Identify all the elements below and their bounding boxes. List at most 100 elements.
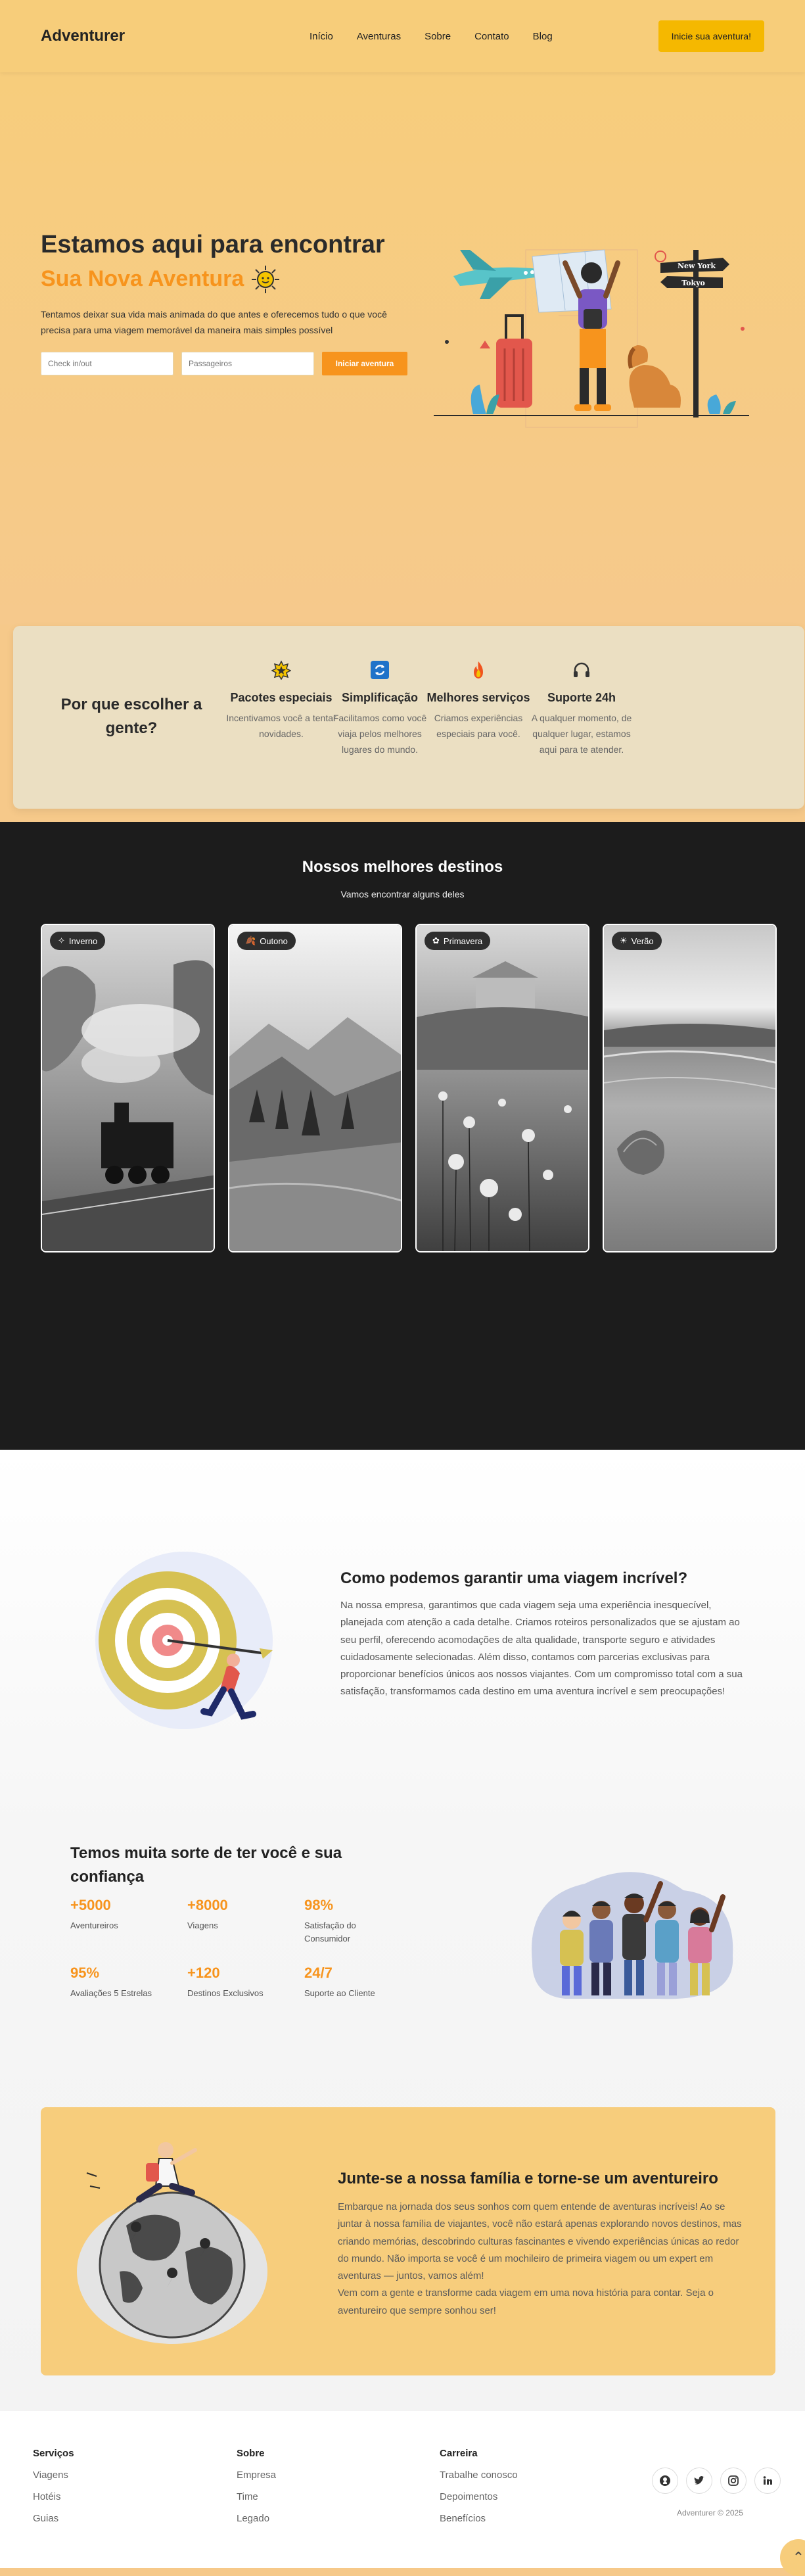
why-choose-section: Por que escolher a gente? Pacotes especi… [13,626,804,809]
sun-icon: ☀ [620,936,628,945]
feature-simplification: Simplificação Facilitamos como você viaj… [324,659,436,757]
feature-title: Pacotes especiais [230,691,333,704]
logo[interactable]: Adventurer [41,27,125,45]
site-header: Adventurer Início Aventuras Sobre Contat… [0,0,805,72]
feature-title: Melhores serviços [426,691,530,704]
start-adventure-form-button[interactable]: Iniciar aventura [322,351,407,375]
passengers-input[interactable] [181,351,314,375]
feature-title: Suporte 24h [547,691,616,704]
join-title: Junte-se a nossa família e torne-se um a… [338,2170,718,2187]
footer-link-company[interactable]: Empresa [237,2469,276,2481]
season-badge: ✧ Inverno [50,932,106,950]
footer-link-work-with-us[interactable]: Trabalhe conosco [440,2469,518,2481]
stat-value: +5000 [70,1897,111,1913]
snowflake-icon: ✧ [58,936,65,945]
stat-label: Suporte ao Cliente [304,1988,375,1998]
stat-adventurers: +5000 Aventureiros [70,1897,175,1932]
join-description-main: Embarque na jornada dos seus sonhos com … [338,2201,742,2281]
autumn-valley-photo [229,925,401,1251]
destination-card-winter[interactable]: ✧ Inverno [41,924,215,1252]
stat-value: 98% [304,1897,334,1913]
sign-new-york: New York [678,262,716,270]
guarantee-title: Como podemos garantir uma viagem incríve… [340,1569,688,1587]
sun-emoji-icon [252,265,280,293]
stat-destinations: +120 Destinos Exclusivos [187,1965,292,2000]
feature-description: Facilitamos como você viaja pelos melhor… [333,713,427,755]
start-adventure-button[interactable]: Inicie sua aventura! [658,20,764,52]
target-illustration [95,1552,273,1729]
linkedin-icon[interactable] [754,2468,781,2494]
summer-beach-photo [604,925,775,1251]
footer-link-testimonials[interactable]: Depoimentos [440,2491,518,2502]
nav-item-contato[interactable]: Contato [474,31,509,42]
feature-best-services: Melhores serviços Criamos experiências e… [423,659,534,742]
stat-label: Satisfação do Consumidor [304,1920,356,1944]
season-badge: 🍂 Outono [237,932,296,950]
traveler-illustration: New York Tokyo [434,249,749,428]
fire-icon [467,659,490,681]
season-badge-label: Outono [260,936,288,946]
hero-content: Estamos aqui para encontrar Sua Nova Ave… [41,230,409,375]
footer-link-trips[interactable]: Viagens [33,2469,74,2481]
season-badge: ✿ Primavera [425,932,491,950]
nav-item-inicio[interactable]: Início [310,31,333,42]
stat-value: +120 [187,1965,220,1981]
stat-value: 95% [70,1965,100,1981]
group-people-illustration [532,1872,733,1999]
hero-subtitle-text: Sua Nova Aventura [41,266,244,292]
season-badge-label: Inverno [68,936,98,946]
stat-label: Viagens [187,1920,218,1930]
destinations-title: Nossos melhores destinos [302,858,503,876]
stat-label: Destinos Exclusivos [187,1988,264,1998]
sync-icon [369,659,391,681]
search-form: Iniciar aventura [41,351,409,375]
season-badge-label: Verão [631,936,654,946]
stat-value: 24/7 [304,1965,333,1981]
winter-train-photo [42,925,214,1251]
stat-trips: +8000 Viagens [187,1897,292,1932]
footer-link-team[interactable]: Time [237,2491,276,2502]
github-icon[interactable] [652,2468,678,2494]
feature-special-packages: Pacotes especiais Incentivamos você a te… [225,659,337,742]
join-description: Embarque na jornada dos seus sonhos com … [338,2199,752,2320]
sign-tokyo: Tokyo [681,279,705,287]
flower-icon: ✿ [432,936,440,945]
hero-subtitle: Sua Nova Aventura [41,264,409,295]
destination-card-summer[interactable]: ☀ Verão [603,924,777,1252]
feature-description: Criamos experiências especiais para você… [434,713,523,739]
nav-item-blog[interactable]: Blog [533,31,553,42]
nav-item-aventuras[interactable]: Aventuras [357,31,401,42]
stat-reviews: 95% Avaliações 5 Estrelas [70,1965,175,2000]
destination-card-spring[interactable]: ✿ Primavera [415,924,589,1252]
checkin-input[interactable] [41,351,173,375]
footer-col-careers: Carreira Trabalhe conosco Depoimentos Be… [440,2448,518,2535]
spring-flowers-photo [417,925,588,1251]
guarantee-content: Como podemos garantir uma viagem incríve… [340,1569,748,1701]
twitter-icon[interactable] [686,2468,712,2494]
instagram-icon[interactable] [720,2468,747,2494]
hero-description: Tentamos deixar sua vida mais animada do… [41,308,387,336]
feature-title: Simplificação [341,691,419,704]
chevron-up-icon: ⌃ [792,2549,805,2565]
hero-section: Estamos aqui para encontrar Sua Nova Ave… [0,72,805,625]
feature-description: Incentivamos você a tentar novidades. [226,713,336,739]
join-content: Junte-se a nossa família e torne-se um a… [338,2170,752,2320]
footer-link-guides[interactable]: Guias [33,2513,74,2524]
footer-col-about: Sobre Empresa Time Legado [237,2448,276,2535]
leaf-icon: 🍂 [245,936,256,945]
footer-link-legacy[interactable]: Legado [237,2513,276,2524]
season-badge-label: Primavera [443,936,483,946]
main-nav: Início Aventuras Sobre Contato Blog [310,31,553,42]
feature-description: A qualquer momento, de qualquer lugar, e… [531,713,632,755]
footer-col-services: Serviços Viagens Hotéis Guias [33,2448,74,2535]
nav-item-sobre[interactable]: Sobre [425,31,451,42]
feature-support: Suporte 24h A qualquer momento, de qualq… [526,659,637,757]
hero-title: Estamos aqui para encontrar [41,231,385,258]
footer-link-benefits[interactable]: Benefícios [440,2513,518,2524]
site-footer: Serviços Viagens Hotéis Guias Sobre Empr… [0,2411,805,2568]
footer-link-hotels[interactable]: Hotéis [33,2491,74,2502]
join-description-cta: Vem com a gente e transforme cada viagem… [338,2287,714,2316]
footer-heading: Sobre [237,2448,265,2459]
stats-title: Temos muita sorte de ter você e sua conf… [70,1844,342,1886]
destination-card-autumn[interactable]: 🍂 Outono [228,924,402,1252]
